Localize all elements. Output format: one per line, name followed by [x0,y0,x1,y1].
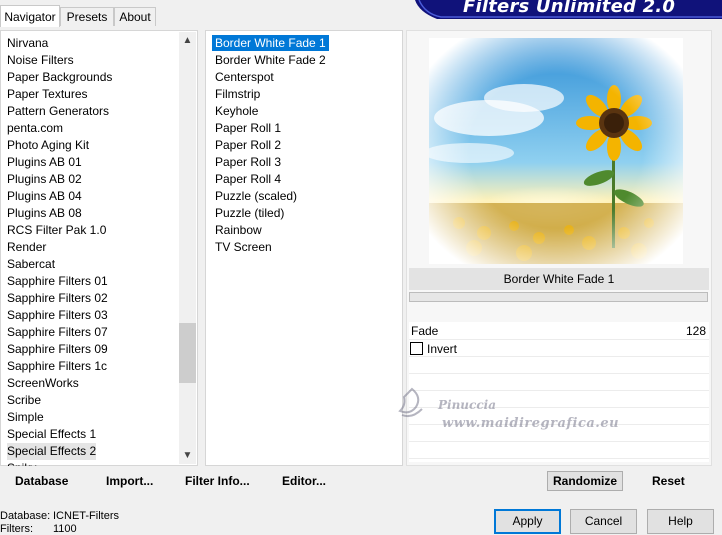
filter-item[interactable]: Paper Roll 3 [212,154,284,170]
filter-item[interactable]: Puzzle (tiled) [212,205,287,221]
filter-item[interactable]: Border White Fade 1 [212,35,329,51]
preview-image [429,38,683,264]
preview-filter-name: Border White Fade 1 [409,268,709,290]
category-item[interactable]: Scribe [7,392,41,409]
invert-label: Invert [427,342,458,356]
category-item[interactable]: Nirvana [7,35,48,52]
category-item[interactable]: Sapphire Filters 1c [7,358,107,375]
filter-item[interactable]: Centerspot [212,69,277,85]
filter-item[interactable]: Paper Roll 2 [212,137,284,153]
database-button[interactable]: Database [15,474,68,488]
editor-button[interactable]: Editor... [282,474,326,488]
filter-item[interactable]: Border White Fade 2 [212,52,329,68]
banner-title: Filters Unlimited 2.0 [463,0,676,17]
category-item[interactable]: Plugins AB 04 [7,188,82,205]
progress-bar [409,292,708,302]
cancel-button[interactable]: Cancel [570,509,637,534]
filter-item[interactable]: Paper Roll 4 [212,171,284,187]
category-item[interactable]: Sapphire Filters 03 [7,307,108,324]
category-list[interactable]: Nirvana Noise Filters Paper Backgrounds Pap… [0,30,198,475]
category-item[interactable]: Paper Textures [7,86,88,103]
category-item[interactable]: Sapphire Filters 07 [7,324,108,341]
database-status-label: Database: [0,510,51,522]
fade-label: Fade [411,324,439,338]
reset-button[interactable]: Reset [652,474,685,488]
tab-navigator[interactable]: Navigator [0,5,60,27]
database-status-value: ICNET-Filters [53,510,119,522]
scroll-down-icon[interactable]: ▼ [179,447,196,464]
invert-checkbox[interactable] [410,342,423,355]
import-button[interactable]: Import... [106,474,153,488]
scroll-up-icon[interactable]: ▲ [179,32,196,49]
apply-button[interactable]: Apply [494,509,561,534]
category-item[interactable]: Sabercat [7,256,55,273]
fade-value[interactable]: 128 [686,324,706,338]
category-item[interactable]: Pattern Generators [7,103,109,120]
category-item[interactable]: Simple [7,409,44,426]
filters-status-value: 1100 [53,523,77,535]
category-item[interactable]: Plugins AB 01 [7,154,82,171]
filter-item[interactable]: Keyhole [212,103,261,119]
watermark-logo [392,385,432,428]
watermark-line2: www.maidiregrafica.eu [442,416,620,431]
watermark-line1: Pinuccia [438,398,496,412]
category-item[interactable]: Plugins AB 02 [7,171,82,188]
category-item[interactable]: ScreenWorks [7,375,79,392]
filter-item[interactable]: TV Screen [212,239,275,255]
filter-item[interactable]: Rainbow [212,222,265,238]
category-item[interactable]: Sapphire Filters 09 [7,341,108,358]
help-button[interactable]: Help [647,509,714,534]
category-item[interactable]: Special Effects 2 [7,443,97,460]
category-item[interactable]: RCS Filter Pak 1.0 [7,222,106,239]
filter-item[interactable]: Filmstrip [212,86,263,102]
category-item[interactable]: Noise Filters [7,52,74,69]
category-item[interactable]: Plugins AB 08 [7,205,82,222]
randomize-button[interactable]: Randomize [547,471,623,491]
filter-info-button[interactable]: Filter Info... [185,474,250,488]
filter-list[interactable]: Border White Fade 1 Border White Fade 2 Ce… [205,30,403,466]
category-item[interactable]: Photo Aging Kit [7,137,89,154]
category-item[interactable]: Paper Backgrounds [7,69,112,86]
app-banner: Filters Unlimited 2.0 [415,0,722,19]
category-item[interactable]: Sapphire Filters 02 [7,290,108,307]
tab-about[interactable]: About [114,7,156,26]
scroll-thumb[interactable] [179,323,196,383]
filters-status-label: Filters: [0,523,33,535]
filter-item[interactable]: Puzzle (scaled) [212,188,300,204]
category-item[interactable]: penta.com [7,120,63,137]
category-item[interactable]: Special Effects 1 [7,426,96,443]
tab-presets[interactable]: Presets [60,7,114,26]
category-item[interactable]: Sapphire Filters 01 [7,273,108,290]
category-scrollbar[interactable]: ▲ ▼ [179,32,196,464]
filter-item[interactable]: Paper Roll 1 [212,120,284,136]
category-item[interactable]: Render [7,239,46,256]
